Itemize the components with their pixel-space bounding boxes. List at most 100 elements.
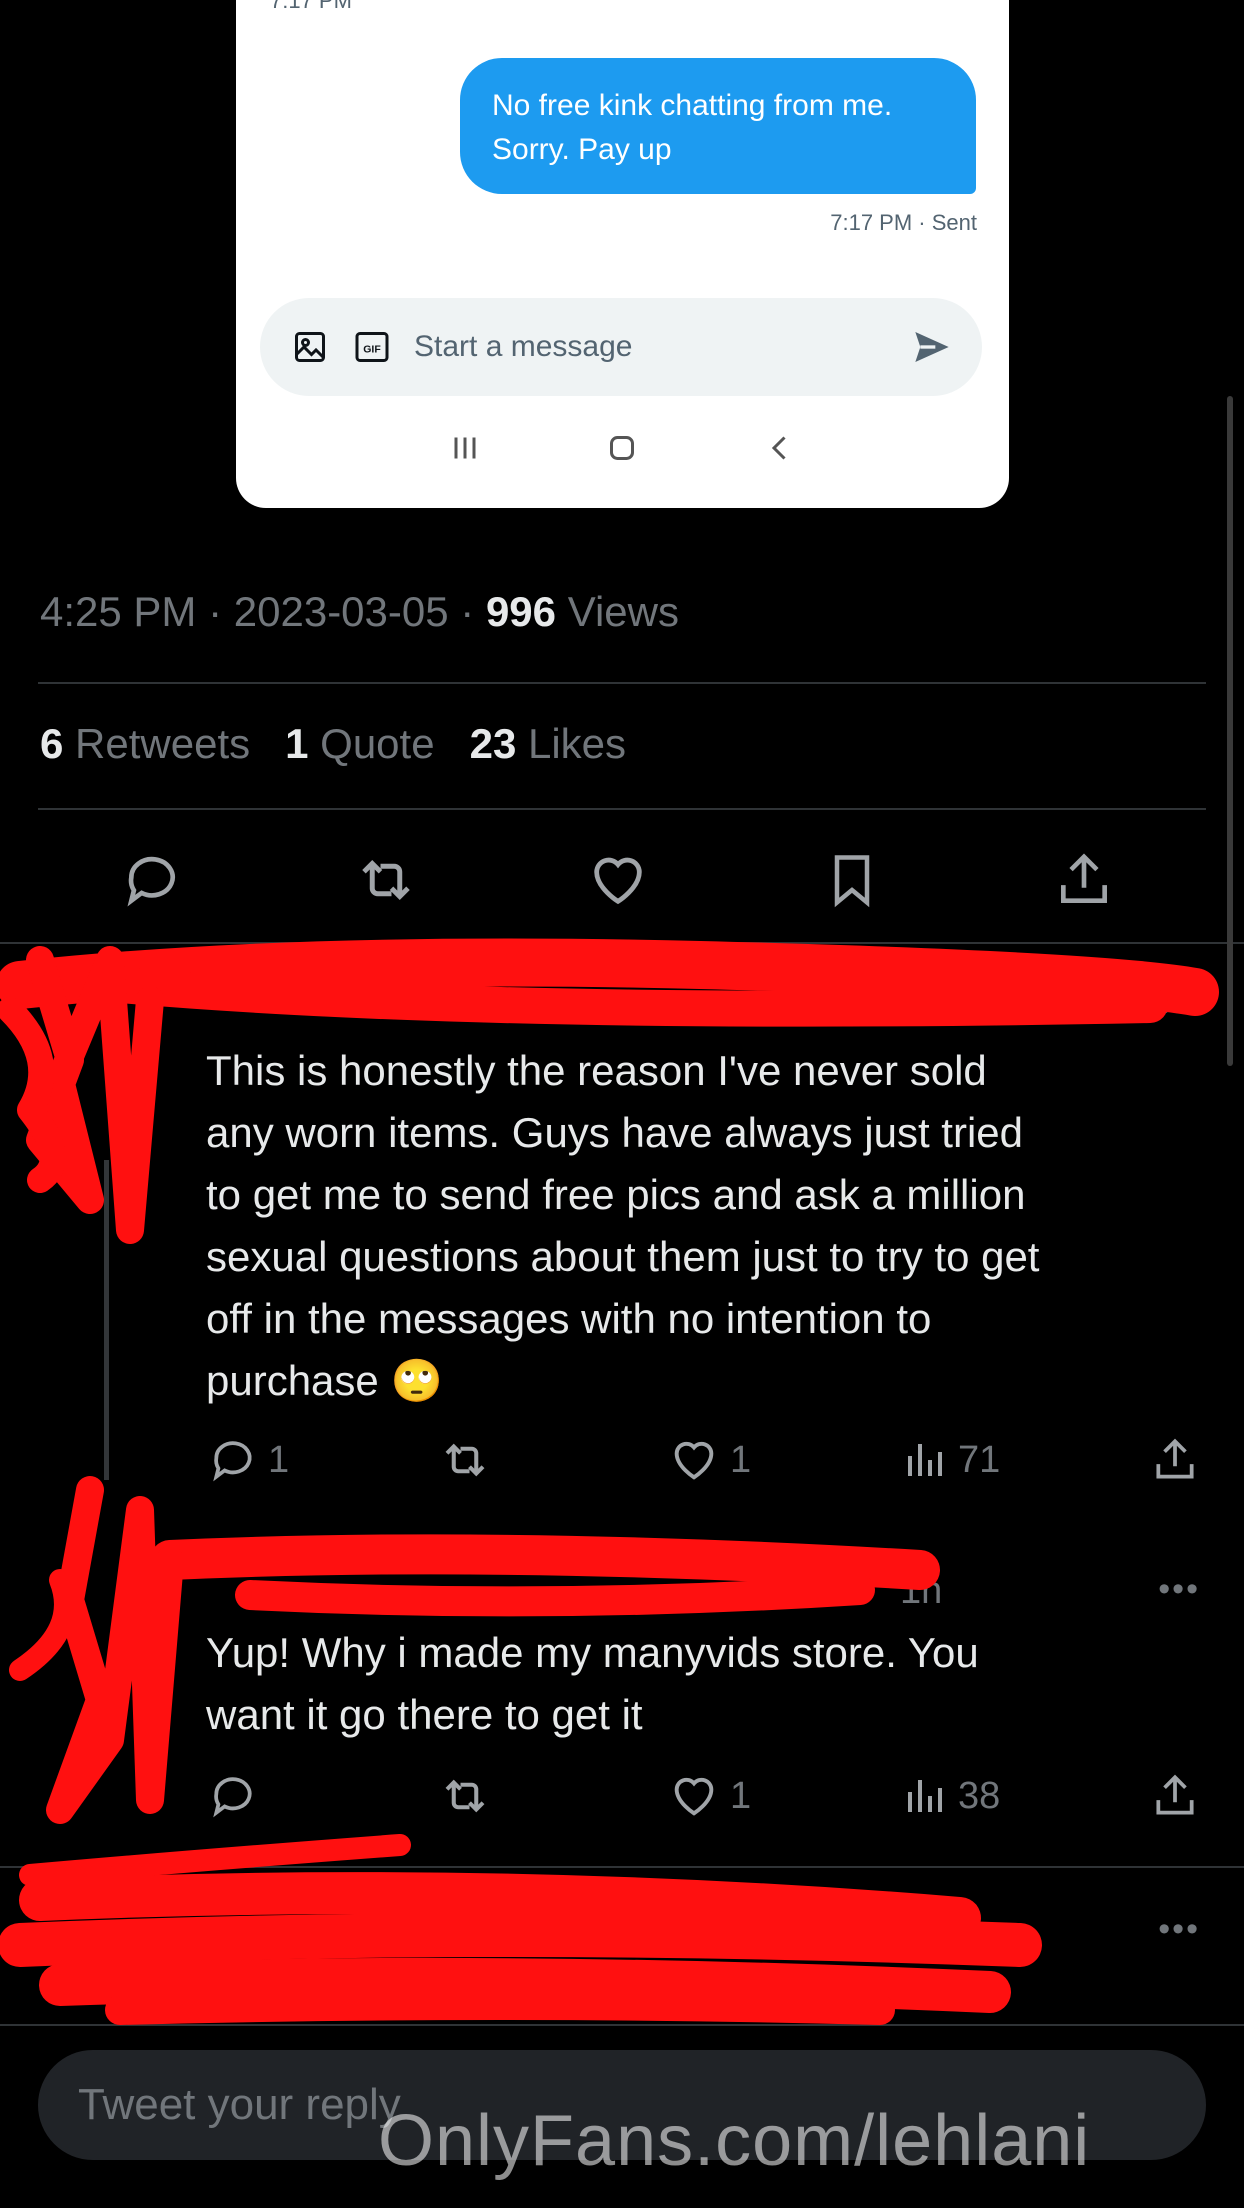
- retweets-label: Retweets: [75, 720, 251, 767]
- like-button[interactable]: 1: [668, 1430, 751, 1490]
- redaction-stroke: [102, 967, 1168, 1027]
- reply-button[interactable]: [208, 1766, 268, 1826]
- divider: [38, 808, 1206, 810]
- view-count: 71: [958, 1438, 1001, 1481]
- likes-label: Likes: [527, 720, 627, 767]
- reply-icon[interactable]: [112, 840, 192, 920]
- views-button[interactable]: 71: [900, 1430, 1000, 1490]
- dm-message-line: Sorry. Pay up: [492, 133, 672, 166]
- tweet-timestamp-line: 4:25 PM · 2023-03-05 · 996 Views: [40, 588, 679, 636]
- share-icon[interactable]: [1044, 840, 1124, 920]
- more-options-icon[interactable]: •••: [1158, 1910, 1200, 1949]
- retweet-icon[interactable]: [346, 840, 426, 920]
- divider: [0, 1866, 1244, 1868]
- retweets-stat[interactable]: 6 Retweets: [40, 720, 250, 767]
- likes-count: 23: [469, 720, 517, 767]
- reply-line: any worn items. Guys have always just tr…: [206, 1109, 1023, 1156]
- reply-icon: [213, 1777, 252, 1818]
- engagement-stats: 6 Retweets 1 Quote 23 Likes: [40, 720, 626, 768]
- retweets-count: 6: [40, 720, 64, 767]
- reply-text: Yup! Why i made my manyvids store. You w…: [206, 1622, 979, 1746]
- redaction-stroke: [39, 1957, 1011, 2013]
- redaction-stroke: [46, 1476, 184, 1824]
- redaction-stroke: [235, 1575, 875, 1617]
- watermark: OnlyFans.com/lehlani: [378, 2101, 1091, 2181]
- more-options-icon[interactable]: •••: [1158, 1570, 1200, 1609]
- gif-icon[interactable]: GIF: [352, 327, 392, 367]
- retweet-button[interactable]: [438, 1430, 502, 1490]
- separator: ·: [208, 588, 223, 635]
- like-count: 1: [730, 1774, 752, 1817]
- dm-top-timestamp: 7:17 PM: [270, 0, 352, 13]
- dm-screenshot: 7:17 PM No free kink chatting from me. S…: [236, 0, 1009, 508]
- quotes-count: 1: [285, 720, 309, 767]
- home-icon[interactable]: [604, 430, 640, 471]
- reply-line: purchase 🙄: [206, 1357, 443, 1404]
- like-icon: [674, 1441, 714, 1480]
- reply-line: to get me to send free pics and ask a mi…: [206, 1171, 1026, 1218]
- redaction-stroke: [26, 946, 164, 1244]
- like-count: 1: [730, 1438, 752, 1481]
- reply-action-bar: 1 38: [0, 1766, 1244, 1826]
- quotes-label: Quote: [320, 720, 435, 767]
- like-icon[interactable]: [578, 840, 658, 920]
- views-button[interactable]: 38: [900, 1766, 1000, 1826]
- gif-icon-label: GIF: [363, 343, 381, 355]
- tweet-action-bar: [0, 840, 1244, 920]
- separator: ·: [460, 588, 475, 635]
- reply-line: This is honestly the reason I've never s…: [206, 1047, 987, 1094]
- scrollbar[interactable]: [1227, 396, 1233, 1066]
- redaction-stroke: [150, 1534, 940, 1590]
- like-icon: [674, 1777, 714, 1816]
- retweet-icon: [445, 1779, 485, 1813]
- dm-composer[interactable]: GIF Start a message: [260, 298, 982, 396]
- recent-apps-icon[interactable]: [447, 430, 483, 471]
- retweet-icon: [445, 1443, 485, 1477]
- redaction-stroke: [0, 997, 66, 1193]
- divider: [0, 942, 1244, 944]
- redaction-stroke: [9, 1569, 76, 1681]
- redaction-stroke: [0, 1913, 1042, 1967]
- send-icon[interactable]: [912, 327, 952, 367]
- redaction-stroke: [19, 1834, 411, 1886]
- reply-line: off in the messages with no intention to: [206, 1295, 932, 1342]
- tweet-date: 2023-03-05: [233, 588, 449, 635]
- redaction-stroke: [19, 1872, 981, 1939]
- views-count: 996: [485, 588, 557, 635]
- reply-button[interactable]: 1: [208, 1430, 289, 1490]
- dm-sent-status: 7:17 PM · Sent: [830, 210, 977, 235]
- share-button[interactable]: [1150, 1766, 1210, 1826]
- retweet-button[interactable]: [438, 1766, 502, 1826]
- quotes-stat[interactable]: 1 Quote: [285, 720, 434, 767]
- dm-message-input[interactable]: Start a message: [414, 330, 912, 364]
- reply-timestamp: 1h: [1080, 990, 1123, 1032]
- more-options-icon[interactable]: •••: [1158, 990, 1200, 1029]
- likes-stat[interactable]: 23 Likes: [470, 720, 626, 767]
- divider: [38, 682, 1206, 684]
- dm-message-bubble: No free kink chatting from me. Sorry. Pa…: [460, 58, 976, 194]
- analytics-icon: [908, 1780, 942, 1812]
- reply-action-bar: 1 1 71: [0, 1430, 1244, 1490]
- reply-line: sexual questions about them just to try …: [206, 1233, 1040, 1280]
- reply-line: Yup! Why i made my manyvids store. You: [206, 1629, 979, 1676]
- reply-timestamp: 1h: [900, 1570, 943, 1612]
- image-icon[interactable]: [290, 327, 330, 367]
- share-button[interactable]: [1150, 1430, 1210, 1490]
- tweet-time: 4:25 PM: [40, 588, 197, 635]
- bookmark-icon[interactable]: [812, 840, 892, 920]
- analytics-icon: [908, 1444, 942, 1476]
- share-icon: [1156, 1774, 1194, 1815]
- share-icon: [1156, 1438, 1194, 1479]
- like-button[interactable]: 1: [668, 1766, 751, 1826]
- views-label[interactable]: Views: [568, 588, 679, 635]
- back-icon[interactable]: [762, 430, 798, 471]
- android-nav-bar: [236, 420, 1009, 480]
- divider: [0, 2024, 1244, 2026]
- reply-icon: [213, 1441, 252, 1482]
- reply-count: 1: [268, 1438, 290, 1481]
- reply-text: This is honestly the reason I've never s…: [206, 1040, 1039, 1412]
- reply-placeholder: Tweet your reply: [78, 2080, 401, 2129]
- redaction-stroke: [0, 938, 1219, 1016]
- reply-line: want it go there to get it: [206, 1691, 643, 1738]
- redaction-stroke: [105, 1990, 895, 2025]
